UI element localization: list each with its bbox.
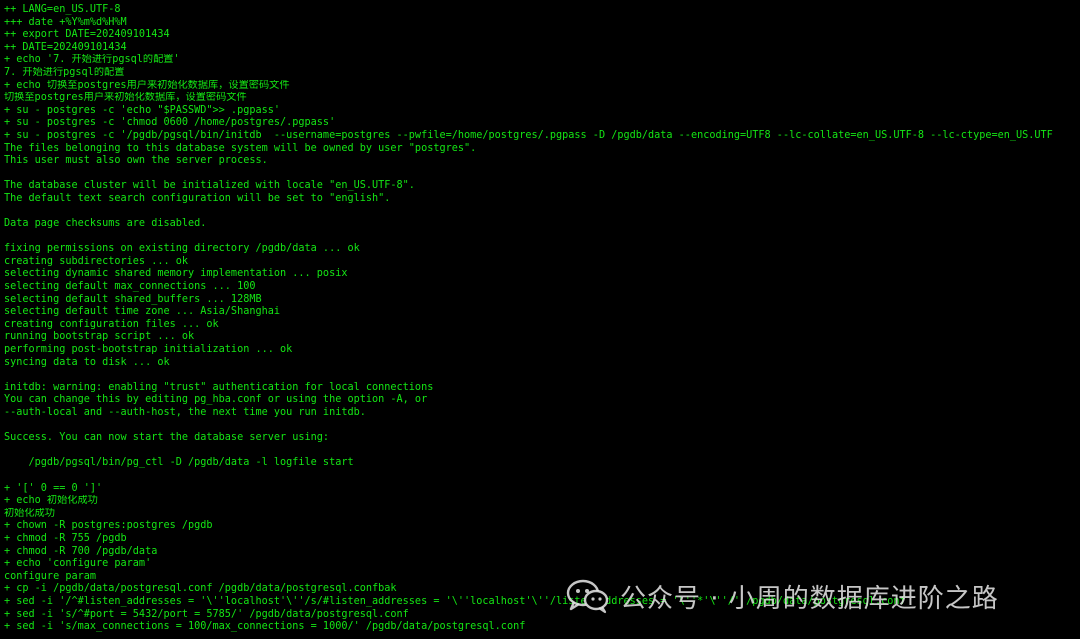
terminal-line: /pgdb/pgsql/bin/pg_ctl -D /pgdb/data -l … bbox=[4, 457, 354, 469]
terminal-line: Data page checksums are disabled. bbox=[4, 218, 207, 230]
terminal-line: + echo '7. 开始进行pgsql的配置' bbox=[4, 54, 180, 66]
terminal-output: ++ LANG=en_US.UTF-8 +++ date +%Y%m%d%H%M +… bbox=[4, 4, 1080, 634]
terminal-line: Success. You can now start the database … bbox=[4, 432, 330, 444]
wechat-icon bbox=[566, 578, 610, 614]
terminal-line: + echo 切换至postgres用户来初始化数据库，设置密码文件 bbox=[4, 79, 290, 91]
terminal-line: syncing data to disk ... ok bbox=[4, 356, 170, 368]
terminal-line: + echo 'configure param' bbox=[4, 558, 152, 570]
terminal-line: creating configuration files ... ok bbox=[4, 318, 219, 330]
terminal-window[interactable]: ++ LANG=en_US.UTF-8 +++ date +%Y%m%d%H%M +… bbox=[0, 0, 1080, 639]
terminal-line: + sed -i 's/max_connections = 100/max_co… bbox=[4, 621, 526, 633]
terminal-line: + su - postgres -c '/pgdb/pgsql/bin/init… bbox=[4, 129, 1053, 141]
terminal-line: creating subdirectories ... ok bbox=[4, 255, 189, 267]
terminal-line: fixing permissions on existing directory… bbox=[4, 243, 360, 255]
terminal-line: This user must also own the server proce… bbox=[4, 155, 268, 167]
terminal-line: 初始化成功 bbox=[4, 507, 55, 519]
terminal-line: The files belonging to this database sys… bbox=[4, 142, 477, 154]
terminal-line: + echo 初始化成功 bbox=[4, 495, 98, 507]
terminal-line: initdb: warning: enabling "trust" authen… bbox=[4, 381, 434, 393]
terminal-line: running bootstrap script ... ok bbox=[4, 331, 195, 343]
terminal-line: +++ date +%Y%m%d%H%M bbox=[4, 16, 127, 28]
watermark: 公众号 · 小周的数据库进阶之路 bbox=[566, 576, 999, 616]
terminal-line: selecting dynamic shared memory implemen… bbox=[4, 268, 348, 280]
terminal-line: 切换至postgres用户来初始化数据库，设置密码文件 bbox=[4, 92, 247, 104]
terminal-line: + chown -R postgres:postgres /pgdb bbox=[4, 520, 213, 532]
terminal-line: + chmod -R 700 /pgdb/data bbox=[4, 545, 158, 557]
terminal-line: 7. 开始进行pgsql的配置 bbox=[4, 66, 125, 78]
terminal-line: ++ export DATE=202409101434 bbox=[4, 29, 170, 41]
terminal-line: selecting default shared_buffers ... 128… bbox=[4, 293, 262, 305]
terminal-line: The database cluster will be initialized… bbox=[4, 180, 415, 192]
terminal-line: ++ DATE=202409101434 bbox=[4, 41, 127, 53]
terminal-line: performing post-bootstrap initialization… bbox=[4, 344, 293, 356]
terminal-line: selecting default max_connections ... 10… bbox=[4, 281, 256, 293]
terminal-line: + su - postgres -c 'echo "$PASSWD">> .pg… bbox=[4, 104, 281, 116]
terminal-line: You can change this by editing pg_hba.co… bbox=[4, 394, 428, 406]
terminal-line: + chmod -R 755 /pgdb bbox=[4, 532, 127, 544]
terminal-line: --auth-local and --auth-host, the next t… bbox=[4, 407, 366, 418]
watermark-text: 公众号 · 小周的数据库进阶之路 bbox=[620, 583, 999, 614]
terminal-line: + '[' 0 == 0 ']' bbox=[4, 482, 103, 494]
terminal-line: selecting default time zone ... Asia/Sha… bbox=[4, 306, 281, 318]
terminal-line: ++ LANG=en_US.UTF-8 bbox=[4, 4, 121, 15]
terminal-line: + su - postgres -c 'chmod 0600 /home/pos… bbox=[4, 117, 336, 129]
terminal-line: The default text search configuration wi… bbox=[4, 192, 391, 204]
